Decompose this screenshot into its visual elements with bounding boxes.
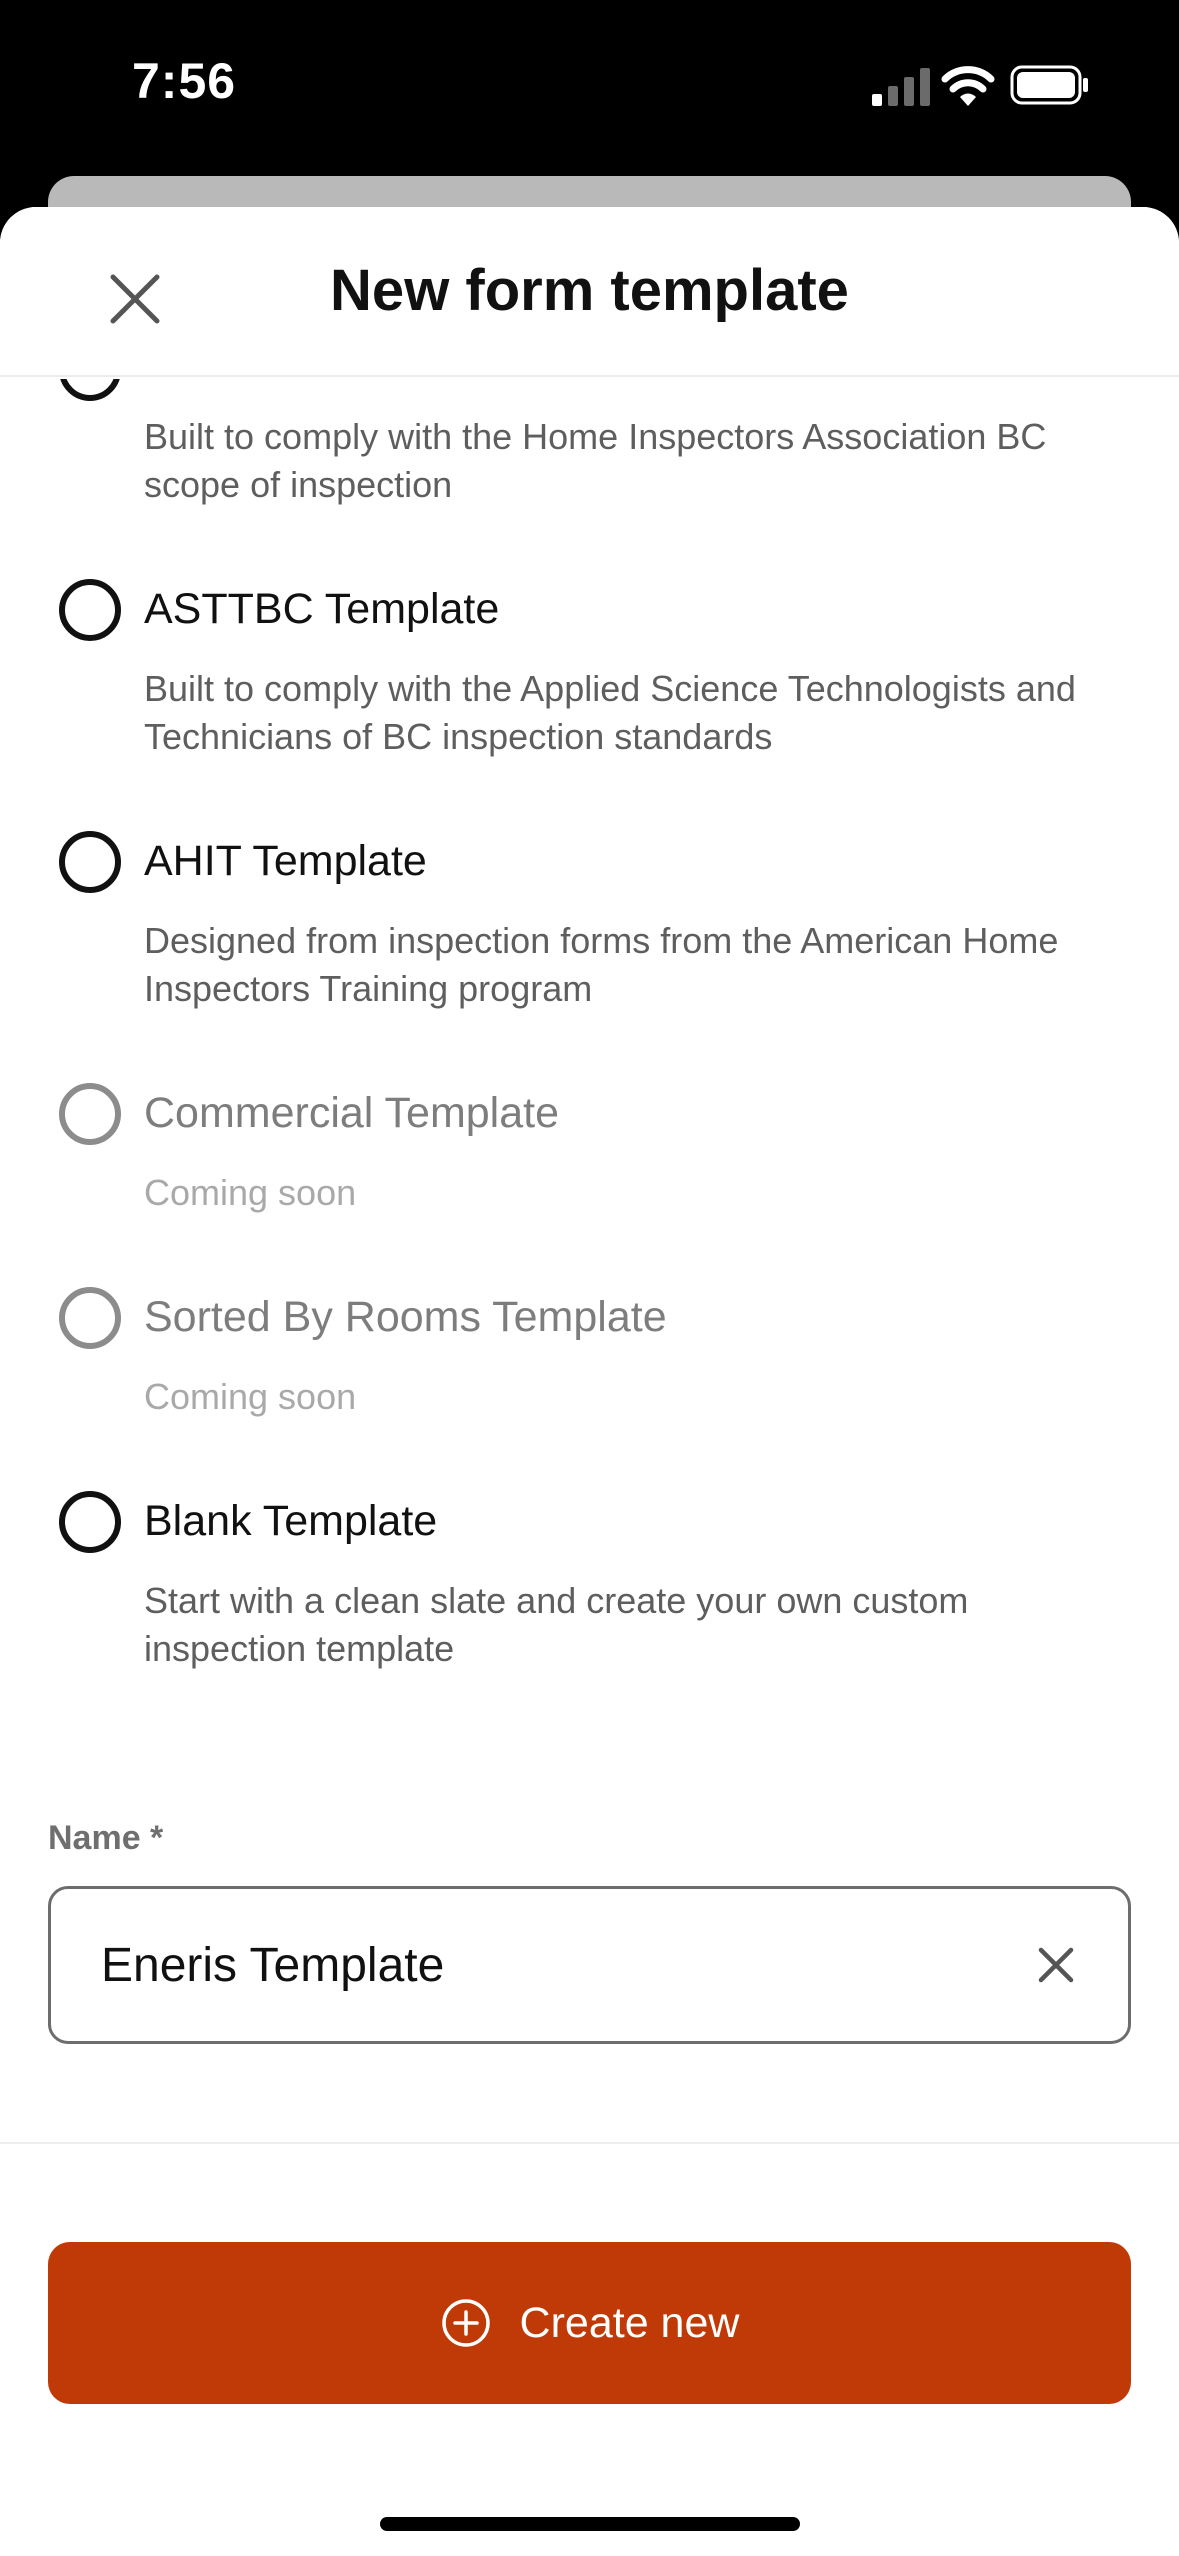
template-description: Designed from inspection forms from the …	[144, 920, 1059, 1009]
clear-icon	[1038, 1947, 1074, 1983]
template-description: Built to comply with the Applied Science…	[144, 668, 1076, 757]
template-description: Built to comply with the Home Inspectors…	[144, 416, 1047, 505]
new-template-sheet: New form template Built to comply with t…	[0, 207, 1179, 2556]
wifi-icon	[941, 66, 995, 106]
radio-button[interactable]	[59, 1491, 121, 1553]
sheet-header: New form template	[0, 207, 1179, 377]
status-bar: 7:56	[0, 0, 1179, 170]
radio-button	[59, 1083, 121, 1145]
radio-button[interactable]	[59, 379, 121, 401]
name-label: Name *	[48, 1819, 164, 1857]
battery-icon	[1010, 65, 1088, 105]
create-new-label: Create new	[519, 2298, 740, 2347]
name-field[interactable]	[48, 1886, 1131, 2044]
radio-button	[59, 1287, 121, 1349]
status-time: 7:56	[132, 53, 237, 109]
radio-button[interactable]	[59, 831, 121, 893]
cellular-signal-icon	[872, 68, 930, 106]
name-input[interactable]	[101, 1889, 1001, 2041]
template-title: Sorted By Rooms Template	[144, 1293, 667, 1341]
plus-circle-icon	[441, 2299, 490, 2347]
create-new-button[interactable]: Create new	[48, 2242, 1131, 2404]
page-title: New form template	[330, 258, 849, 323]
template-list: Built to comply with the Home Inspectors…	[0, 379, 1179, 1879]
coming-soon-label: Coming soon	[144, 1172, 357, 1213]
screen: 7:56 New form template Built to comply w…	[0, 0, 1179, 2556]
template-title: Blank Template	[144, 1497, 438, 1545]
template-title: Commercial Template	[144, 1089, 560, 1137]
template-description: Start with a clean slate and create your…	[144, 1580, 969, 1669]
clear-button[interactable]	[1024, 1933, 1088, 1997]
coming-soon-label: Coming soon	[144, 1376, 357, 1417]
template-title: ASTTBC Template	[144, 585, 500, 633]
home-indicator	[380, 2517, 800, 2531]
radio-button[interactable]	[59, 579, 121, 641]
divider	[0, 2142, 1179, 2144]
template-title: AHIT Template	[144, 837, 427, 885]
